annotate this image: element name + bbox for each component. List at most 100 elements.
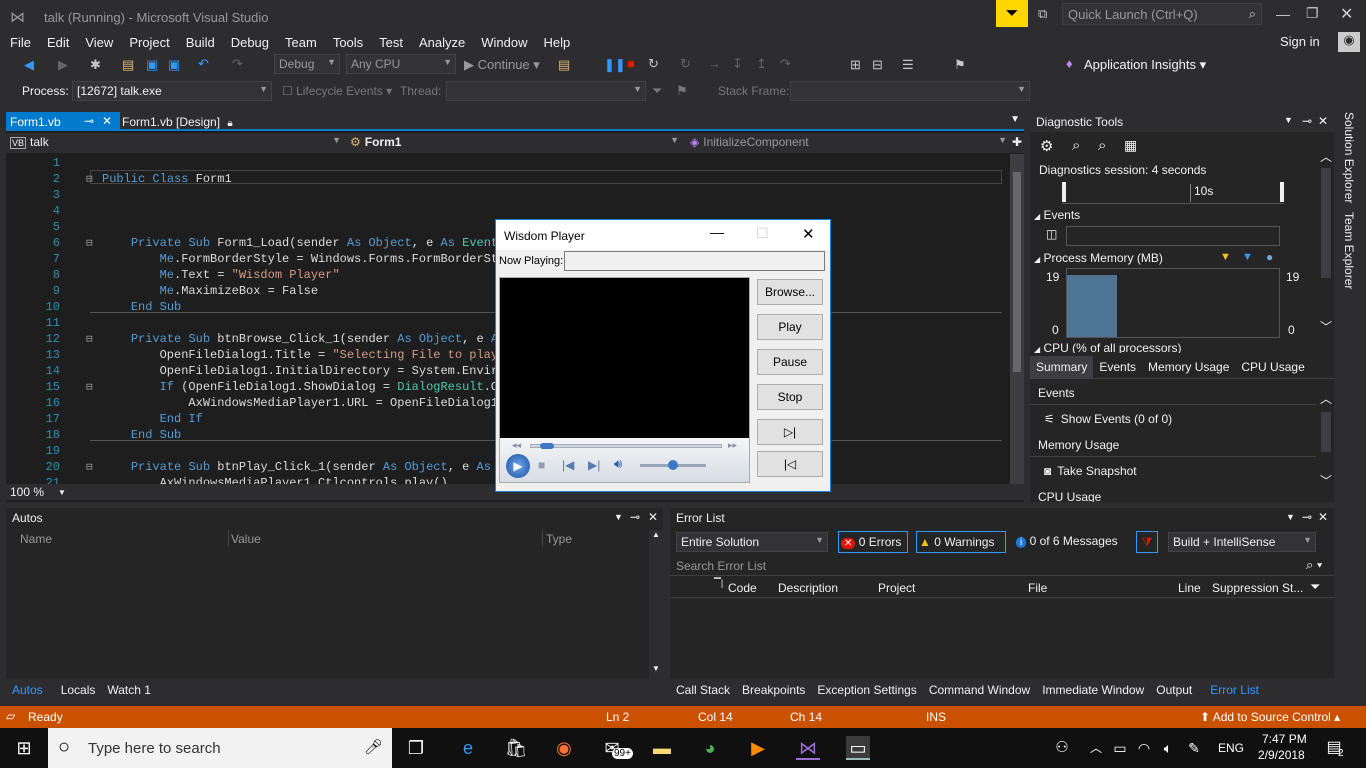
reset-view-icon[interactable]: ▦: [1124, 137, 1137, 154]
code-line[interactable]: Public Class Form1: [102, 172, 232, 186]
edge-icon[interactable]: e: [456, 736, 480, 760]
code-line[interactable]: End If: [102, 412, 203, 426]
settings-icon[interactable]: ⚙: [1040, 137, 1053, 155]
battery-icon[interactable]: ▭: [1108, 736, 1132, 760]
threads-icon[interactable]: ⊞: [850, 57, 861, 73]
restart-icon[interactable]: ↻: [648, 56, 659, 72]
clear-filter-icon[interactable]: ⧩: [1136, 531, 1158, 553]
lifecycle-events-button[interactable]: ☐ Lifecycle Events ▾: [282, 84, 392, 98]
notification-icon[interactable]: ⧉: [1038, 6, 1047, 22]
hot-reload-icon[interactable]: ↷: [780, 56, 791, 72]
solution-config-select[interactable]: Debug ▼: [274, 54, 340, 74]
code-line[interactable]: Private Sub btnBrowse_Click_1(sender As …: [102, 332, 506, 346]
menu-help[interactable]: Help: [544, 35, 571, 50]
col-description[interactable]: Description: [778, 581, 838, 595]
summary-scrollbar[interactable]: ︿ ﹀: [1318, 390, 1334, 490]
process-select[interactable]: [12672] talk.exe ▼: [72, 81, 272, 101]
menu-project[interactable]: Project: [129, 35, 169, 50]
save-all-icon[interactable]: ▣: [168, 57, 180, 73]
now-playing-field[interactable]: [564, 251, 825, 271]
next-track-button[interactable]: ▷|: [757, 419, 823, 445]
vertical-scrollbar[interactable]: [1010, 154, 1024, 484]
menu-team[interactable]: Team: [285, 35, 317, 50]
wifi-icon[interactable]: ◠: [1132, 736, 1156, 760]
split-icon[interactable]: ✚: [1012, 135, 1022, 149]
menu-build[interactable]: Build: [186, 35, 215, 50]
taskbar-search-box[interactable]: ○ Type here to search 🎤︎: [48, 728, 392, 768]
stop-button[interactable]: Stop: [757, 384, 823, 410]
tab-watch-1[interactable]: Watch 1: [107, 683, 151, 697]
col-file[interactable]: File: [1028, 581, 1047, 595]
firefox-icon[interactable]: ◉: [552, 736, 576, 760]
tab-form1-design[interactable]: Form1.vb [Design] 🔒︎: [118, 112, 248, 131]
side-tab-solution-explorer[interactable]: Solution Explorer: [1342, 112, 1356, 203]
collapse-icon[interactable]: ⊟: [86, 460, 93, 474]
events-section-header[interactable]: ◢ Events: [1034, 208, 1080, 222]
build-filter-select[interactable]: Build + IntelliSense ▼: [1168, 532, 1316, 552]
tab-overflow-icon[interactable]: ▼: [1010, 114, 1020, 125]
step-out-icon[interactable]: ↥: [756, 56, 767, 72]
task-view-icon[interactable]: ❐: [404, 736, 428, 760]
file-explorer-icon[interactable]: ▬: [650, 736, 674, 760]
continue-button[interactable]: ▶ Continue ▾: [464, 57, 540, 73]
scrollbar-thumb[interactable]: [1321, 168, 1331, 278]
memory-section-header[interactable]: ◢ Process Memory (MB): [1034, 251, 1163, 265]
filter-icon[interactable]: ⏷: [1310, 579, 1320, 595]
code-line[interactable]: Me.MaximizeBox = False: [102, 284, 318, 298]
side-tab-team-explorer[interactable]: Team Explorer: [1342, 212, 1356, 289]
show-hidden-icons[interactable]: ︿: [1084, 736, 1108, 760]
timeline-ruler[interactable]: 10s: [1062, 180, 1284, 204]
col-type[interactable]: Type: [546, 532, 572, 546]
pin-icon[interactable]: ⊸: [1302, 114, 1312, 128]
close-button[interactable]: ✕: [1340, 4, 1353, 24]
tab-locals[interactable]: Locals: [61, 683, 96, 697]
member-nav-select[interactable]: ◈ InitializeComponent ▼: [686, 133, 1010, 153]
dropdown-icon[interactable]: ▼: [1284, 115, 1293, 125]
close-icon[interactable]: ✕: [1318, 114, 1328, 128]
volume-icon[interactable]: 🔊︎: [614, 456, 622, 472]
menu-window[interactable]: Window: [481, 35, 527, 50]
step-over-icon[interactable]: →: [708, 56, 721, 71]
tab-output[interactable]: Output: [1156, 683, 1192, 697]
menu-view[interactable]: View: [85, 35, 113, 50]
thread-select[interactable]: ▼: [446, 81, 646, 101]
break-all-icon[interactable]: ❚❚: [604, 57, 626, 73]
take-snapshot-button[interactable]: ◙ Take Snapshot: [1044, 464, 1137, 478]
clock-time[interactable]: 7:47 PM: [1262, 732, 1307, 746]
col-name[interactable]: Name: [20, 532, 52, 546]
filter-icon[interactable]: ⏷: [652, 83, 662, 99]
collapse-icon[interactable]: ⊟: [86, 172, 93, 186]
flag-icon[interactable]: ⚑: [676, 83, 688, 99]
error-search-input[interactable]: Search Error List ⌕ ▾: [670, 556, 1334, 576]
zoom-out-icon[interactable]: ⌕: [1098, 137, 1106, 154]
timeline-start-marker[interactable]: [1062, 182, 1066, 202]
chevron-down-icon[interactable]: ▼: [58, 488, 66, 497]
collapse-icon[interactable]: ⊟: [86, 236, 93, 250]
previous-icon[interactable]: |◀: [562, 458, 574, 472]
input-language[interactable]: ENG: [1218, 741, 1244, 755]
minimize-button[interactable]: —: [1276, 6, 1290, 22]
play-button-icon[interactable]: ▶: [506, 454, 530, 478]
visual-studio-icon[interactable]: ⋈: [796, 736, 820, 760]
tab-immediate-window[interactable]: Immediate Window: [1042, 683, 1144, 697]
tab-form1-vb[interactable]: Form1.vb ⊸ ✕: [6, 112, 120, 131]
menu-tools[interactable]: Tools: [333, 35, 363, 50]
tab-call-stack[interactable]: Call Stack: [676, 683, 730, 697]
close-icon[interactable]: ✕: [1318, 510, 1328, 524]
tab-breakpoints[interactable]: Breakpoints: [742, 683, 805, 697]
forward-icon[interactable]: ▶: [58, 57, 68, 73]
errors-filter-button[interactable]: ✕ 0 Errors: [838, 531, 908, 553]
stack-frame-select[interactable]: ▼: [790, 81, 1030, 101]
play-button[interactable]: Play: [757, 314, 823, 340]
stop-icon[interactable]: ■: [538, 458, 545, 472]
fast-forward-icon[interactable]: ▸▸: [728, 440, 737, 451]
stop-debugging-icon[interactable]: ■: [627, 56, 635, 71]
code-line[interactable]: AxWindowsMediaPlayer1.Ctlcontrols.play(): [102, 476, 448, 484]
diagnostic-scrollbar[interactable]: ︿ ﹀: [1318, 148, 1334, 338]
close-icon[interactable]: ✕: [648, 510, 658, 524]
media-player-control[interactable]: ◂◂ ▸▸ ▶ ■ |◀ ▶| 🔊︎: [499, 277, 750, 483]
pin-icon[interactable]: ⊸: [84, 114, 94, 128]
seek-bar[interactable]: [530, 443, 722, 449]
clock-date[interactable]: 2/9/2018: [1258, 748, 1305, 762]
app-insights-button[interactable]: Application Insights ▾: [1084, 57, 1206, 73]
